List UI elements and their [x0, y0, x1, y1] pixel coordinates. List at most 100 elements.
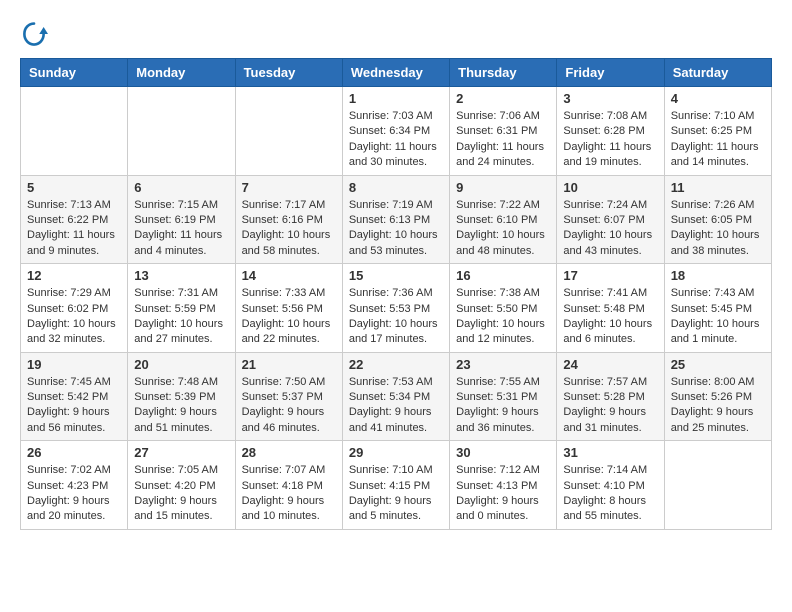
day-cell-11: 11 Sunrise: 7:26 AMSunset: 6:05 PMDayligh…: [664, 175, 771, 264]
empty-cell: [21, 87, 128, 176]
calendar-week-row: 5 Sunrise: 7:13 AMSunset: 6:22 PMDaylight…: [21, 175, 772, 264]
day-number: 16: [456, 268, 550, 283]
day-cell-3: 3Sunrise: 7:08 AMSunset: 6:28 PMDaylight…: [557, 87, 664, 176]
day-number: 5: [27, 180, 121, 195]
day-info: Sunrise: 7:15 AMSunset: 6:19 PMDaylight:…: [134, 198, 228, 260]
weekday-saturday: Saturday: [664, 59, 771, 87]
day-cell-23: 23Sunrise: 7:55 AMSunset: 5:31 PMDayligh…: [450, 352, 557, 441]
day-number: 25: [671, 357, 765, 372]
page-header: [20, 20, 772, 48]
calendar-week-row: 19 Sunrise: 7:45 AMSunset: 5:42 PMDayligh…: [21, 352, 772, 441]
day-number: 24: [563, 357, 657, 372]
day-info: Sunrise: 7:53 AMSunset: 5:34 PMDaylight:…: [349, 375, 443, 437]
weekday-tuesday: Tuesday: [235, 59, 342, 87]
logo: [20, 20, 52, 48]
calendar-table: SundayMondayTuesdayWednesdayThursdayFrid…: [20, 58, 772, 530]
day-cell-15: 15 Sunrise: 7:36 AMSunset: 5:53 PMDayligh…: [342, 264, 449, 353]
day-cell-25: 25 Sunrise: 8:00 AMSunset: 5:26 PMDayligh…: [664, 352, 771, 441]
day-number: 22: [349, 357, 443, 372]
logo-icon: [20, 20, 48, 48]
day-number: 1: [349, 91, 443, 106]
day-info: Sunrise: 7:17 AMSunset: 6:16 PMDaylight:…: [242, 198, 336, 260]
day-number: 11: [671, 180, 765, 195]
day-number: 31: [563, 445, 657, 460]
day-number: 26: [27, 445, 121, 460]
day-cell-13: 13Sunrise: 7:31 AMSunset: 5:59 PMDayligh…: [128, 264, 235, 353]
day-number: 18: [671, 268, 765, 283]
day-number: 27: [134, 445, 228, 460]
day-number: 29: [349, 445, 443, 460]
day-number: 12: [27, 268, 121, 283]
day-number: 6: [134, 180, 228, 195]
calendar-week-row: 12 Sunrise: 7:29 AMSunset: 6:02 PMDayligh…: [21, 264, 772, 353]
day-info: Sunrise: 7:29 AMSunset: 6:02 PMDaylight:…: [27, 286, 121, 348]
day-cell-10: 10Sunrise: 7:24 AMSunset: 6:07 PMDayligh…: [557, 175, 664, 264]
day-number: 19: [27, 357, 121, 372]
day-info: Sunrise: 8:00 AMSunset: 5:26 PMDaylight:…: [671, 375, 765, 437]
weekday-monday: Monday: [128, 59, 235, 87]
day-info: Sunrise: 7:57 AMSunset: 5:28 PMDaylight:…: [563, 375, 657, 437]
day-cell-18: 18 Sunrise: 7:43 AMSunset: 5:45 PMDayligh…: [664, 264, 771, 353]
day-number: 14: [242, 268, 336, 283]
day-cell-19: 19 Sunrise: 7:45 AMSunset: 5:42 PMDayligh…: [21, 352, 128, 441]
day-info: Sunrise: 7:13 AMSunset: 6:22 PMDaylight:…: [27, 198, 121, 260]
day-cell-8: 8 Sunrise: 7:19 AMSunset: 6:13 PMDaylight…: [342, 175, 449, 264]
day-number: 17: [563, 268, 657, 283]
day-cell-21: 21Sunrise: 7:50 AMSunset: 5:37 PMDayligh…: [235, 352, 342, 441]
day-cell-31: 31 Sunrise: 7:14 AMSunset: 4:10 PMDayligh…: [557, 441, 664, 530]
day-cell-20: 20 Sunrise: 7:48 AMSunset: 5:39 PMDayligh…: [128, 352, 235, 441]
day-info: Sunrise: 7:26 AMSunset: 6:05 PMDaylight:…: [671, 198, 765, 260]
day-cell-9: 9Sunrise: 7:22 AMSunset: 6:10 PMDaylight…: [450, 175, 557, 264]
weekday-wednesday: Wednesday: [342, 59, 449, 87]
day-info: Sunrise: 7:33 AMSunset: 5:56 PMDaylight:…: [242, 286, 336, 348]
day-number: 21: [242, 357, 336, 372]
weekday-sunday: Sunday: [21, 59, 128, 87]
day-number: 7: [242, 180, 336, 195]
day-info: Sunrise: 7:19 AMSunset: 6:13 PMDaylight:…: [349, 198, 443, 260]
day-info: Sunrise: 7:05 AMSunset: 4:20 PMDaylight:…: [134, 463, 228, 525]
day-info: Sunrise: 7:08 AMSunset: 6:28 PMDaylight:…: [563, 109, 657, 171]
day-cell-4: 4 Sunrise: 7:10 AMSunset: 6:25 PMDaylight…: [664, 87, 771, 176]
day-info: Sunrise: 7:07 AMSunset: 4:18 PMDaylight:…: [242, 463, 336, 525]
day-number: 8: [349, 180, 443, 195]
weekday-friday: Friday: [557, 59, 664, 87]
weekday-thursday: Thursday: [450, 59, 557, 87]
day-info: Sunrise: 7:22 AMSunset: 6:10 PMDaylight:…: [456, 198, 550, 260]
day-cell-7: 7 Sunrise: 7:17 AMSunset: 6:16 PMDaylight…: [235, 175, 342, 264]
day-cell-26: 26Sunrise: 7:02 AMSunset: 4:23 PMDayligh…: [21, 441, 128, 530]
day-number: 13: [134, 268, 228, 283]
day-number: 23: [456, 357, 550, 372]
weekday-header-row: SundayMondayTuesdayWednesdayThursdayFrid…: [21, 59, 772, 87]
day-info: Sunrise: 7:14 AMSunset: 4:10 PMDaylight:…: [563, 463, 657, 525]
day-number: 20: [134, 357, 228, 372]
empty-cell: [664, 441, 771, 530]
day-cell-2: 2 Sunrise: 7:06 AMSunset: 6:31 PMDaylight…: [450, 87, 557, 176]
day-info: Sunrise: 7:45 AMSunset: 5:42 PMDaylight:…: [27, 375, 121, 437]
day-cell-12: 12 Sunrise: 7:29 AMSunset: 6:02 PMDayligh…: [21, 264, 128, 353]
day-info: Sunrise: 7:48 AMSunset: 5:39 PMDaylight:…: [134, 375, 228, 437]
day-cell-29: 29 Sunrise: 7:10 AMSunset: 4:15 PMDayligh…: [342, 441, 449, 530]
day-number: 30: [456, 445, 550, 460]
empty-cell: [235, 87, 342, 176]
day-info: Sunrise: 7:24 AMSunset: 6:07 PMDaylight:…: [563, 198, 657, 260]
day-number: 4: [671, 91, 765, 106]
calendar-week-row: 1 Sunrise: 7:03 AMSunset: 6:34 PMDaylight…: [21, 87, 772, 176]
day-info: Sunrise: 7:03 AMSunset: 6:34 PMDaylight:…: [349, 109, 443, 171]
day-info: Sunrise: 7:10 AMSunset: 6:25 PMDaylight:…: [671, 109, 765, 171]
day-info: Sunrise: 7:10 AMSunset: 4:15 PMDaylight:…: [349, 463, 443, 525]
calendar-week-row: 26Sunrise: 7:02 AMSunset: 4:23 PMDayligh…: [21, 441, 772, 530]
day-info: Sunrise: 7:36 AMSunset: 5:53 PMDaylight:…: [349, 286, 443, 348]
day-cell-6: 6 Sunrise: 7:15 AMSunset: 6:19 PMDaylight…: [128, 175, 235, 264]
day-cell-22: 22 Sunrise: 7:53 AMSunset: 5:34 PMDayligh…: [342, 352, 449, 441]
day-cell-17: 17Sunrise: 7:41 AMSunset: 5:48 PMDayligh…: [557, 264, 664, 353]
day-info: Sunrise: 7:06 AMSunset: 6:31 PMDaylight:…: [456, 109, 550, 171]
day-info: Sunrise: 7:43 AMSunset: 5:45 PMDaylight:…: [671, 286, 765, 348]
day-cell-24: 24 Sunrise: 7:57 AMSunset: 5:28 PMDayligh…: [557, 352, 664, 441]
day-cell-5: 5 Sunrise: 7:13 AMSunset: 6:22 PMDaylight…: [21, 175, 128, 264]
day-cell-27: 27 Sunrise: 7:05 AMSunset: 4:20 PMDayligh…: [128, 441, 235, 530]
calendar-body: 1 Sunrise: 7:03 AMSunset: 6:34 PMDaylight…: [21, 87, 772, 530]
day-number: 15: [349, 268, 443, 283]
day-number: 2: [456, 91, 550, 106]
day-cell-30: 30Sunrise: 7:12 AMSunset: 4:13 PMDayligh…: [450, 441, 557, 530]
day-cell-1: 1 Sunrise: 7:03 AMSunset: 6:34 PMDaylight…: [342, 87, 449, 176]
